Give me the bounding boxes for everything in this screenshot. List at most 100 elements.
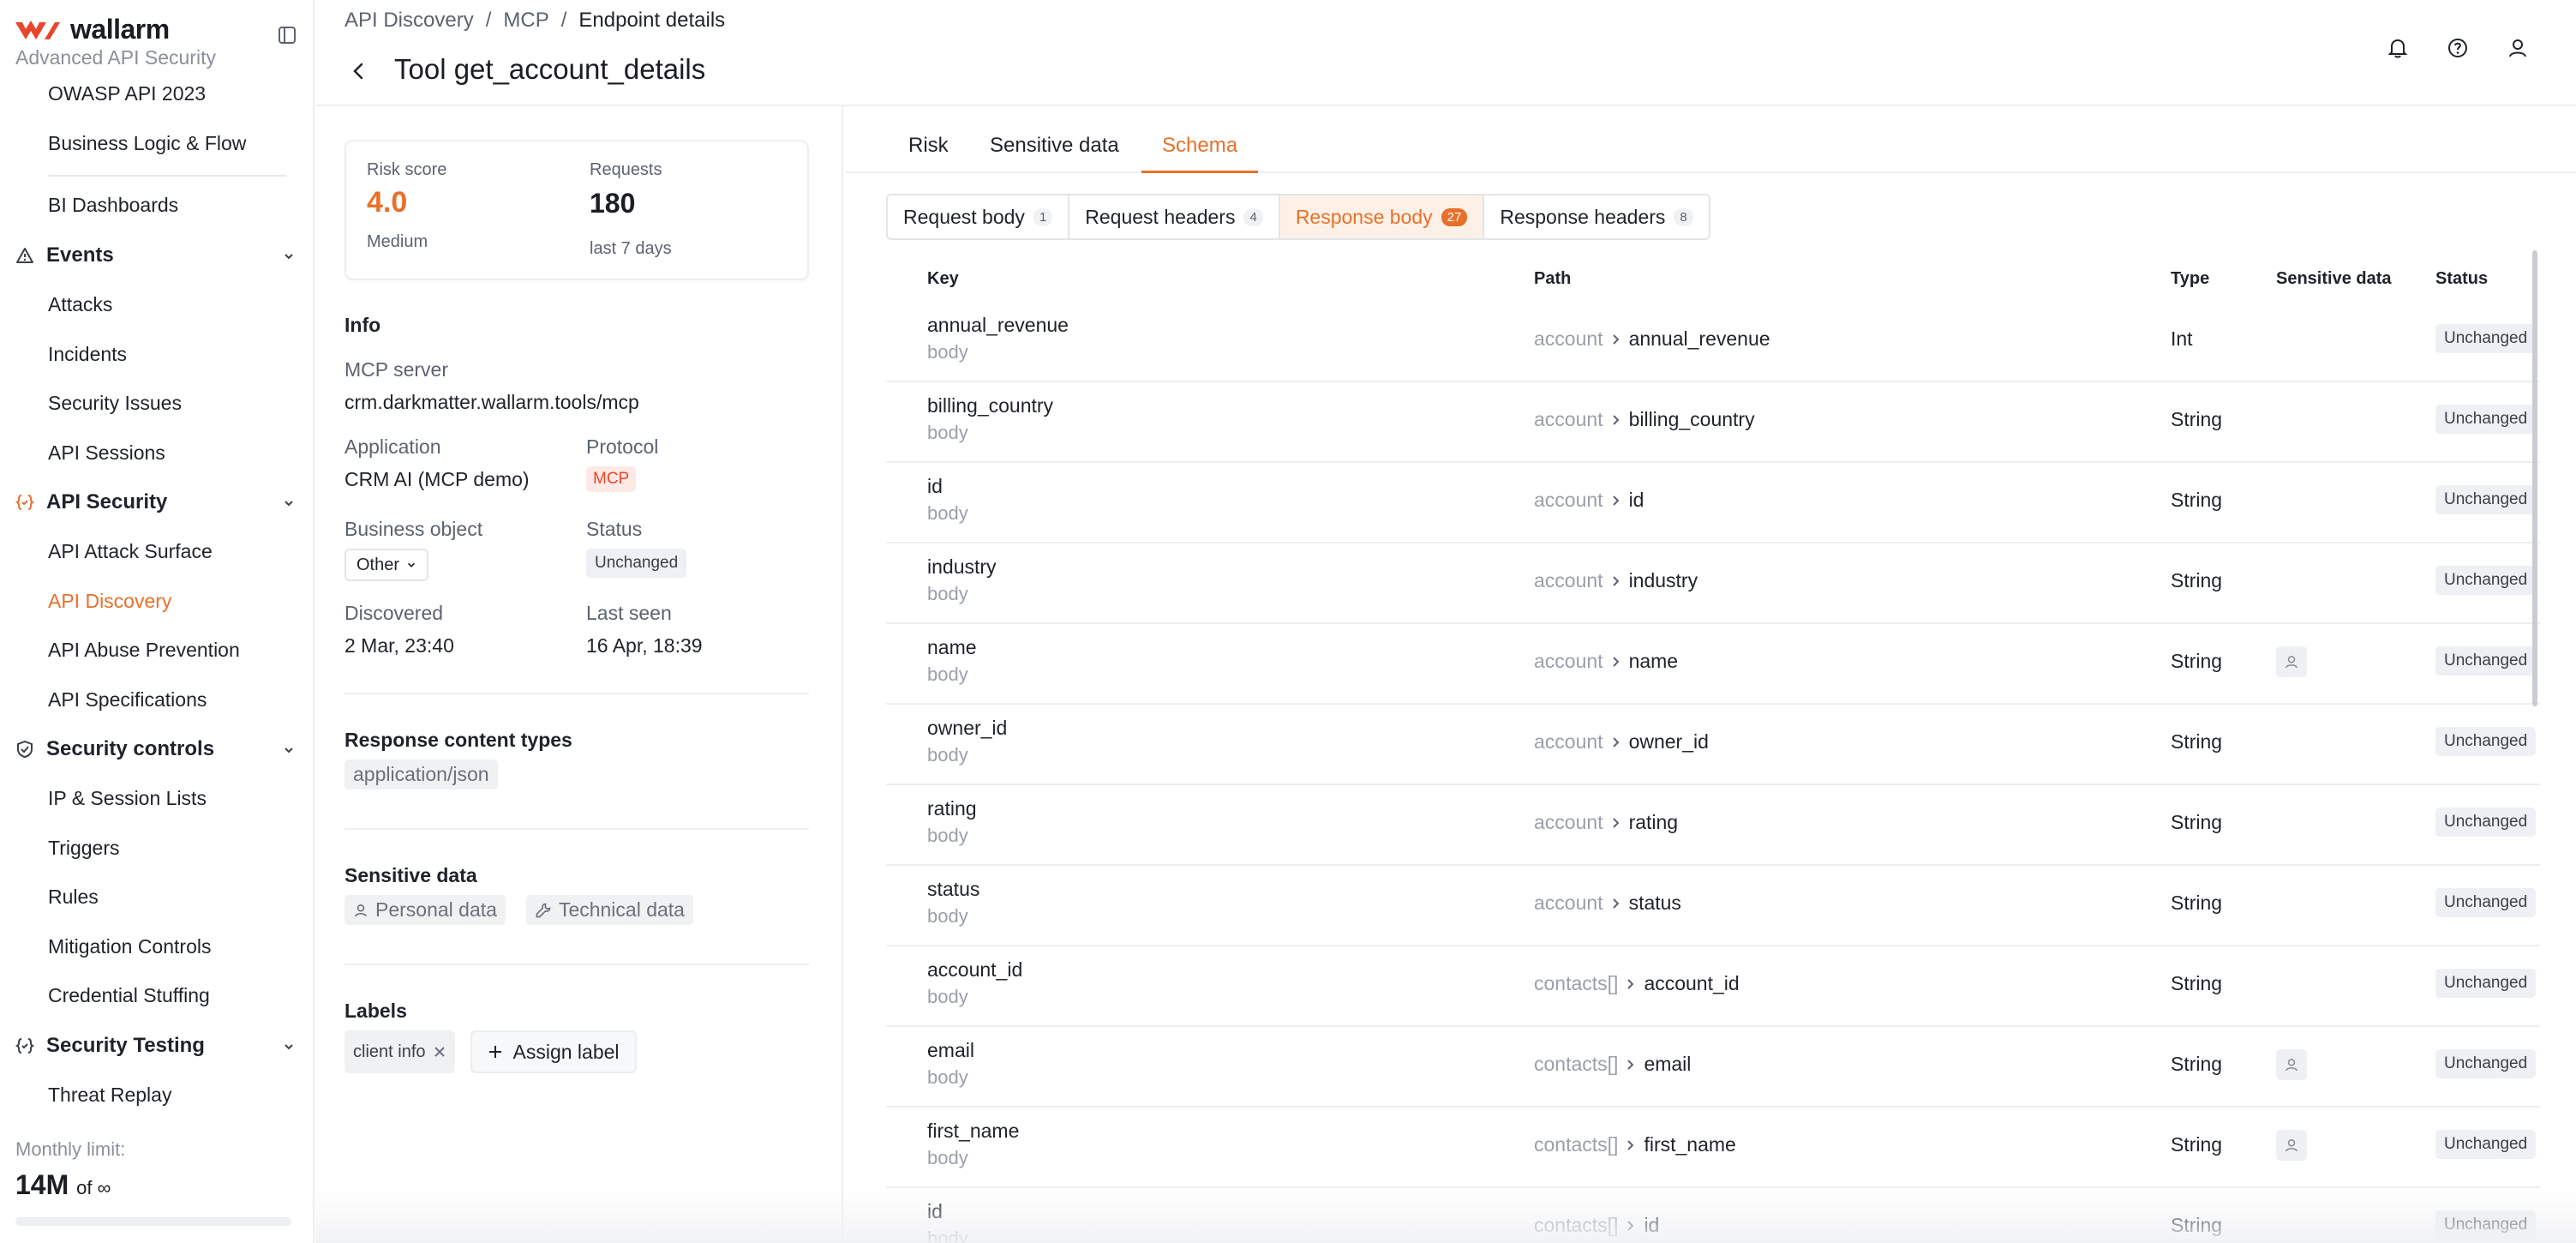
column-header-key[interactable]: Key xyxy=(927,269,959,289)
brand-subtitle: Advanced API Security xyxy=(15,46,216,69)
row-key: billing_country xyxy=(927,394,1054,417)
status-badge: Unchanged xyxy=(586,549,687,578)
sidebar-item-api-abuse-prevention[interactable]: API Abuse Prevention xyxy=(48,639,240,662)
back-arrow-icon[interactable] xyxy=(348,60,370,82)
row-source: body xyxy=(927,664,968,685)
chevron-down-icon[interactable] xyxy=(283,250,295,262)
column-header-type[interactable]: Type xyxy=(2171,269,2209,289)
sidebar-item-incidents[interactable]: Incidents xyxy=(48,343,127,366)
last-seen-value: 16 Apr, 18:39 xyxy=(586,634,703,657)
table-row[interactable]: billing_country body account billing_countr… xyxy=(886,382,2540,463)
chevron-down-icon[interactable] xyxy=(283,1041,295,1053)
chevron-down-icon[interactable] xyxy=(283,744,295,756)
row-path: account billing_country xyxy=(1534,408,1755,431)
business-object-value: Other xyxy=(356,555,400,574)
application-label: Application xyxy=(344,435,441,458)
table-row[interactable]: id body contacts[] id String Unchanged xyxy=(886,1188,2540,1243)
sidebar-group-security-testing[interactable]: Security Testing xyxy=(15,1034,205,1058)
sidebar-group-security-controls[interactable]: Security controls xyxy=(15,737,214,761)
path-key: status xyxy=(1628,892,1681,914)
row-status-badge: Unchanged xyxy=(2435,1130,2537,1159)
collapse-sidebar-icon[interactable] xyxy=(278,26,297,45)
application-value: CRM AI (MCP demo) xyxy=(344,468,530,490)
table-row[interactable]: industry body account industry String Unchang… xyxy=(886,543,2540,624)
sidebar-item-rules[interactable]: Rules xyxy=(48,886,99,909)
api-braces-icon xyxy=(15,1038,34,1054)
tab-schema[interactable]: Schema xyxy=(1162,134,1237,158)
sensitive-tag-personal: Personal data xyxy=(344,895,506,925)
subtab-response-headers[interactable]: Response headers 8 xyxy=(1484,195,1708,238)
close-icon[interactable] xyxy=(433,1045,446,1059)
path-parent: contacts[] xyxy=(1534,1053,1619,1075)
row-type: String xyxy=(2171,569,2223,591)
table-row[interactable]: email body contacts[] email String Unchanged xyxy=(886,1027,2540,1108)
tab-sensitive-data[interactable]: Sensitive data xyxy=(990,134,1119,158)
business-object-select[interactable]: Other xyxy=(344,549,429,581)
table-row[interactable]: annual_revenue body account annual_revenue I… xyxy=(886,302,2540,382)
row-type: String xyxy=(2171,1133,2223,1156)
table-row[interactable]: first_name body contacts[] first_name String… xyxy=(886,1108,2540,1188)
table-scrollbar[interactable] xyxy=(2532,250,2537,706)
profile-button[interactable] xyxy=(2501,31,2535,65)
table-row[interactable]: account_id body contacts[] account_id String… xyxy=(886,946,2540,1027)
sidebar-item-api-sessions[interactable]: API Sessions xyxy=(48,441,165,465)
assign-label-button[interactable]: Assign label xyxy=(470,1030,637,1073)
sidebar-item-security-issues[interactable]: Security Issues xyxy=(48,392,182,415)
sidebar-item-credential-stuffing[interactable]: Credential Stuffing xyxy=(48,984,210,1007)
subtab-count: 27 xyxy=(1441,207,1468,226)
table-row[interactable]: id body account id String Unchanged xyxy=(886,463,2540,543)
plus-icon xyxy=(488,1046,501,1058)
path-parent: account xyxy=(1534,730,1603,753)
row-path: contacts[] id xyxy=(1534,1214,1659,1237)
brand-logo[interactable]: wallarm xyxy=(14,14,170,45)
tab-risk[interactable]: Risk xyxy=(908,134,949,158)
path-parent: account xyxy=(1534,327,1603,350)
risk-score-label: Risk score xyxy=(367,160,447,179)
breadcrumb-current: Endpoint details xyxy=(578,9,726,32)
subtab-request-headers[interactable]: Request headers 4 xyxy=(1069,195,1280,238)
sidebar-group-label: API Security xyxy=(46,490,168,513)
notifications-button[interactable] xyxy=(2381,31,2415,65)
help-button[interactable] xyxy=(2441,31,2475,65)
sidebar-item-api-attack-surface[interactable]: API Attack Surface xyxy=(48,540,213,563)
chevron-down-icon[interactable] xyxy=(283,497,295,509)
subtab-response-body[interactable]: Response body 27 xyxy=(1279,195,1485,238)
row-key: email xyxy=(927,1039,974,1061)
sidebar-item-ip-session-lists[interactable]: IP & Session Lists xyxy=(48,787,207,810)
sensitive-tag-label: Technical data xyxy=(558,898,685,921)
table-row[interactable]: status body account status String Unchanged xyxy=(886,866,2540,946)
sidebar-item-business-logic[interactable]: Business Logic & Flow xyxy=(48,132,246,155)
row-key: id xyxy=(927,475,943,497)
chevron-right-icon xyxy=(1612,898,1619,909)
sidebar-item-mitigation-controls[interactable]: Mitigation Controls xyxy=(48,935,211,958)
sidebar-group-api-security[interactable]: API Security xyxy=(15,490,167,514)
breadcrumb-mcp[interactable]: MCP xyxy=(503,9,548,33)
wallarm-logo-icon xyxy=(15,20,60,39)
sidebar-group-events[interactable]: Events xyxy=(15,243,114,267)
subtab-count: 1 xyxy=(1033,207,1053,226)
table-row[interactable]: owner_id body account owner_id String Unchang… xyxy=(886,705,2540,785)
sidebar-item-attacks[interactable]: Attacks xyxy=(48,293,112,316)
sensitive-tag-technical: Technical data xyxy=(525,895,693,925)
subtab-request-body[interactable]: Request body 1 xyxy=(888,195,1070,238)
sidebar-item-bi-dashboards[interactable]: BI Dashboards xyxy=(48,194,178,217)
stats-card: Risk score 4.0 Medium Requests 180 last … xyxy=(344,140,809,280)
sidebar-item-triggers[interactable]: Triggers xyxy=(48,837,120,860)
breadcrumb-api-discovery[interactable]: API Discovery xyxy=(344,9,474,33)
column-header-sensitive-data[interactable]: Sensitive data xyxy=(2276,269,2392,289)
sidebar-item-api-discovery[interactable]: API Discovery xyxy=(48,590,171,613)
sidebar-item-api-specifications[interactable]: API Specifications xyxy=(48,688,207,712)
table-row[interactable]: name body account name String Unchanged xyxy=(886,624,2540,705)
row-key: annual_revenue xyxy=(927,314,1069,336)
row-status-badge: Unchanged xyxy=(2435,1049,2537,1078)
table-row[interactable]: rating body account rating String Unchanged xyxy=(886,785,2540,866)
subtab-count: 4 xyxy=(1243,207,1263,226)
chevron-right-icon xyxy=(1612,575,1619,586)
protocol-badge: MCP xyxy=(586,466,637,492)
row-path: account id xyxy=(1534,489,1644,512)
sidebar-item-threat-replay[interactable]: Threat Replay xyxy=(48,1084,171,1107)
column-header-status[interactable]: Status xyxy=(2435,269,2488,289)
row-source: body xyxy=(927,825,968,846)
sidebar-item-owasp[interactable]: OWASP API 2023 xyxy=(48,82,206,105)
column-header-path[interactable]: Path xyxy=(1534,269,1571,289)
